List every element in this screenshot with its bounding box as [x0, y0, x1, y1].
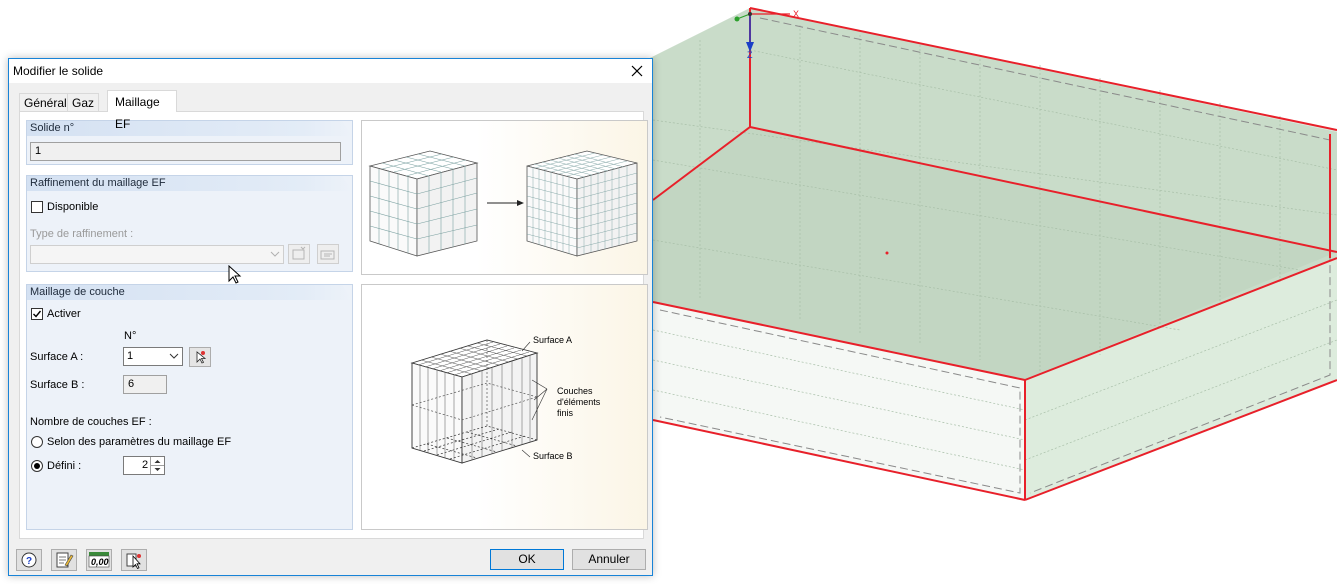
dialog-titlebar[interactable]: Modifier le solide [9, 59, 652, 83]
chevron-down-icon [270, 251, 280, 257]
spin-arrows-icon [151, 460, 164, 471]
surface-b-caption: Surface B [533, 451, 573, 461]
help-icon: ? [21, 552, 37, 568]
mesh-refinement-diagram [368, 150, 638, 257]
svg-text:?: ? [26, 556, 32, 567]
center-point [885, 251, 889, 255]
n-column-header: N° [124, 330, 137, 342]
surface-a-value: 1 [127, 350, 134, 362]
mouse-cursor-icon [228, 265, 242, 284]
spinner-arrows[interactable] [150, 457, 164, 474]
close-icon[interactable] [622, 59, 652, 83]
activer-label: Activer [47, 308, 81, 320]
type-raffinement-select[interactable] [30, 245, 284, 264]
modify-solid-dialog: Modifier le solide Général Gaz Maillage … [8, 58, 653, 576]
z-axis-label: Z [747, 50, 753, 60]
select-cursor-icon [126, 553, 141, 570]
solide-number-field: 1 [30, 142, 341, 161]
defini-spinner[interactable]: 2 [123, 456, 165, 475]
disponible-checkbox[interactable] [31, 201, 43, 213]
defini-label: Défini : [47, 460, 82, 472]
surface-b-label: Surface B : [30, 379, 85, 391]
group-maillage-couche-header: Maillage de couche [27, 285, 352, 300]
edit-icon [320, 250, 335, 260]
group-solide: Solide n° 1 [26, 120, 353, 165]
chevron-down-icon [169, 353, 179, 359]
pick-surface-a-button[interactable] [189, 347, 211, 367]
units-value: 0,00 [91, 557, 109, 567]
disponible-label: Disponible [47, 201, 99, 213]
selon-parametres-label: Selon des paramètres du maillage EF [47, 436, 232, 448]
pick-cursor-icon [196, 351, 207, 364]
new-refinement-button[interactable] [288, 244, 310, 264]
units-button[interactable]: 0,00 [86, 549, 112, 571]
tab-general[interactable]: Général [19, 93, 72, 111]
x-axis-label: X [793, 9, 799, 19]
edit-note-icon [56, 552, 74, 568]
cancel-button[interactable]: Annuler [572, 549, 646, 570]
surface-a-select[interactable]: 1 [123, 347, 183, 366]
layer-mesh-illustration: Surface A Couches d'éléments finis Surfa… [361, 284, 648, 530]
defini-value: 2 [142, 459, 149, 471]
ok-button[interactable]: OK [490, 549, 564, 570]
couches-caption-3: finis [557, 408, 574, 418]
selon-parametres-radio[interactable] [31, 436, 43, 448]
tab-panel-maillage-ef: Solide n° 1 Raffinement du maillage EF D… [19, 111, 648, 539]
refinement-illustration [361, 120, 648, 275]
defini-radio[interactable] [31, 460, 43, 472]
nombre-couches-label: Nombre de couches EF : [30, 416, 152, 428]
couches-caption-1: Couches [557, 386, 593, 396]
surface-b-field: 6 [123, 375, 167, 394]
help-button[interactable]: ? [16, 549, 42, 571]
group-solide-header: Solide n° [27, 121, 352, 136]
new-item-icon [292, 246, 306, 260]
dialog-title: Modifier le solide [13, 64, 104, 78]
surface-a-label: Surface A : [30, 351, 84, 363]
group-maillage-couche: Maillage de couche Activer N° Surface A … [26, 284, 353, 530]
group-raffinement-header: Raffinement du maillage EF [27, 176, 352, 191]
edit-comment-button[interactable] [51, 549, 77, 571]
couches-caption-2: d'éléments [557, 397, 601, 407]
surface-a-caption: Surface A [533, 335, 573, 345]
edit-refinement-button[interactable] [317, 244, 339, 264]
checkmark-icon [33, 310, 42, 318]
layer-mesh-diagram [410, 339, 548, 464]
activer-checkbox[interactable] [31, 308, 43, 320]
type-raffinement-label: Type de raffinement : [30, 228, 134, 240]
tab-gaz[interactable]: Gaz [67, 93, 100, 111]
tab-maillage-ef[interactable]: Maillage EF [107, 90, 177, 131]
select-tool-button[interactable] [121, 549, 147, 571]
group-raffinement: Raffinement du maillage EF Disponible Ty… [26, 175, 353, 272]
